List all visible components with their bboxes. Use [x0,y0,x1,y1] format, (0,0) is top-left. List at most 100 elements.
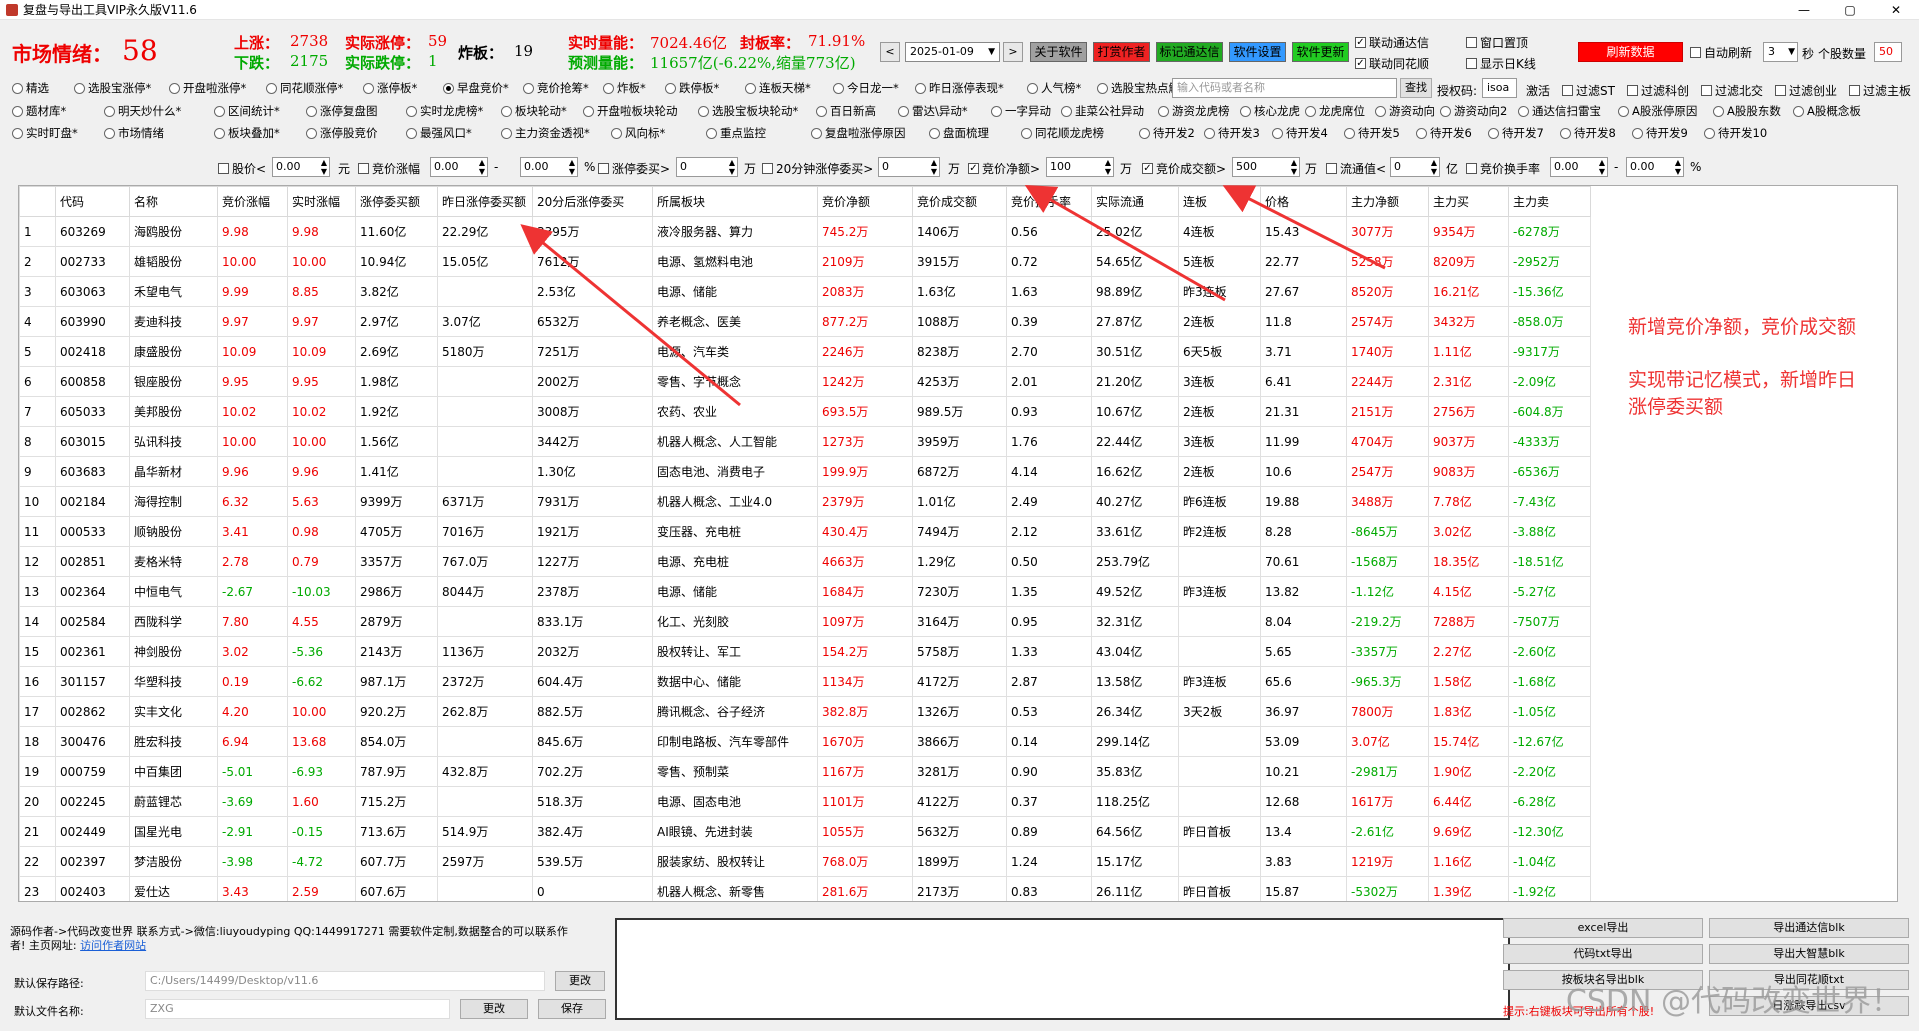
option-row3-7[interactable]: 重点监控 [706,125,811,141]
close-button[interactable]: ✕ [1873,0,1919,20]
option-row2-20[interactable]: A股概念板 [1793,103,1873,119]
column-header[interactable]: 名称 [129,186,218,217]
option-row2-14[interactable]: 龙虎席位 [1305,103,1375,119]
table-row[interactable]: 15 002361 神剑股份 3.02 -5.36 2143万 1136万 2032万 股权转让… [19,636,1591,667]
export-tdx-blk-button[interactable]: 导出通达信blk [1709,918,1909,938]
link-ths-checkbox[interactable]: ✓ 联动同花顺 [1355,55,1429,72]
option-row2-9[interactable]: 雷达\异动* [898,103,991,119]
option-row3-11[interactable]: 待开发2 [1139,125,1204,141]
auction-turnover-max[interactable]: 0.00 ▲ ▼ [1626,157,1684,177]
filter-checkbox-3[interactable]: 过滤创业 [1774,82,1837,99]
option-row1-0[interactable]: 精选 [12,80,74,96]
auction-net-input[interactable]: 100 ▲ ▼ [1046,157,1114,177]
refresh-interval-select[interactable]: 3 ▼ [1763,42,1798,62]
float-value-filter[interactable]: 流通值< [1326,160,1386,177]
option-row3-18[interactable]: 待开发9 [1632,125,1704,141]
export-dzh-blk-button[interactable]: 导出大智慧blk [1709,944,1909,964]
filter-checkbox-4[interactable]: 过滤主板 [1849,82,1911,99]
limit-order-filter[interactable]: 涨停委买> [598,160,670,177]
column-header[interactable]: 20分后涨停委买 [532,186,653,217]
change-path-button[interactable]: 更改 [555,971,605,991]
show-day-k-checkbox[interactable]: 显示日K线 [1466,55,1536,72]
option-row3-6[interactable]: 风向标* [611,125,706,141]
author-website-link[interactable]: 访问作者网站 [80,939,146,952]
table-row[interactable]: 13 002364 中恒电气 -2.67 -10.03 2986万 8044万 2378万 电源… [19,576,1591,607]
column-header[interactable]: 竞价换手率 [1006,186,1092,217]
log-output[interactable] [615,918,1510,1020]
limit20-filter[interactable]: 20分钟涨停委买> [762,160,873,177]
price-filter[interactable]: 股价< [218,160,266,177]
option-row1-8[interactable]: 跌停板* [665,80,745,96]
column-header[interactable]: 昨日涨停委买额 [437,186,533,217]
auction-net-filter[interactable]: ✓ 竞价净额> [968,160,1040,177]
option-row3-3[interactable]: 涨停股竞价 [306,125,406,141]
table-row[interactable]: 18 300476 胜宏科技 6.94 13.68 854.0万 845.6万 印制电路板、汽… [19,726,1591,757]
code-txt-export-button[interactable]: 代码txt导出 [1503,944,1703,964]
option-row3-15[interactable]: 待开发6 [1416,125,1488,141]
option-row3-13[interactable]: 待开发4 [1272,125,1344,141]
column-header[interactable]: 竞价成交额 [912,186,1007,217]
auction-turnover-filter[interactable]: 竞价换手率 [1466,160,1540,177]
column-header[interactable]: 主力买 [1428,186,1509,217]
option-row2-4[interactable]: 实时龙虎榜* [406,103,501,119]
option-row3-17[interactable]: 待开发8 [1560,125,1632,141]
table-row[interactable]: 9 603683 晶华新材 9.96 9.96 1.41亿 1.30亿 固态电池、消费电子 19… [19,456,1591,487]
table-row[interactable]: 20 002245 蔚蓝锂芯 -3.69 1.60 715.2万 518.3万 电源、固态电池… [19,786,1591,817]
save-button[interactable]: 保存 [538,999,606,1019]
auction-change-max[interactable]: 0.00 ▲ ▼ [520,157,578,177]
table-row[interactable]: 8 603015 弘讯科技 10.00 10.00 1.56亿 3442万 机器人概念、人工智… [19,426,1591,457]
option-row1-2[interactable]: 开盘啦涨停* [169,80,266,96]
column-header[interactable]: 代码 [55,186,130,217]
option-row2-19[interactable]: A股股东数 [1713,103,1793,119]
table-row[interactable]: 4 603990 麦迪科技 9.97 9.97 2.97亿 3.07亿 6532万 养老概念、医… [19,306,1591,337]
auction-change-filter[interactable]: 竞价涨幅 [358,160,420,177]
window-top-checkbox[interactable]: 窗口置顶 [1466,34,1528,51]
table-row[interactable]: 23 002403 爱仕达 3.43 2.59 607.6万 0 机器人概念、新零售 281.6… [19,876,1591,901]
option-row2-0[interactable]: 题材库* [12,103,104,119]
option-row1-7[interactable]: 炸板* [603,80,665,96]
column-header[interactable]: 主力净额 [1346,186,1429,217]
option-row3-9[interactable]: 盘面梳理 [929,125,1021,141]
option-row3-12[interactable]: 待开发3 [1204,125,1272,141]
activate-button[interactable]: 激活 [1526,82,1550,99]
column-header[interactable]: 实时涨幅 [287,186,356,217]
stock-count-input[interactable]: 50 [1874,42,1902,62]
option-row3-8[interactable]: 复盘啦涨停原因 [811,125,929,141]
column-header[interactable]: 所属板块 [652,186,818,217]
table-row[interactable]: 21 002449 国星光电 -2.91 -0.15 713.6万 514.9万 382.4万… [19,816,1591,847]
table-row[interactable]: 17 002862 实丰文化 4.20 10.00 920.2万 262.8万 882.5万腾… [19,696,1591,727]
option-row2-6[interactable]: 开盘啦板块轮动 [583,103,698,119]
link-tdx-checkbox[interactable]: ✓ 联动通达信 [1355,34,1429,51]
float-value-input[interactable]: 0 ▲ ▼ [1390,157,1440,177]
option-row2-18[interactable]: A股涨停原因 [1618,103,1713,119]
table-row[interactable]: 14 002584 西陇科学 7.80 4.55 2879万 833.1万 化工、光刻胶 109… [19,606,1591,637]
table-row[interactable]: 11 000533 顺钠股份 3.41 0.98 4705万 7016万 1921万 变压器、充… [19,516,1591,547]
column-header[interactable]: 竞价涨幅 [217,186,288,217]
update-button[interactable]: 软件更新 [1292,42,1349,62]
reward-button[interactable]: 打赏作者 [1093,42,1150,62]
refresh-data-button[interactable]: 刷新数据 [1578,42,1683,62]
option-row3-10[interactable]: 同花顺龙虎榜 [1021,125,1139,141]
excel-export-button[interactable]: excel导出 [1503,918,1703,938]
option-row2-13[interactable]: 核心龙虎 [1240,103,1305,119]
column-header[interactable]: 涨停委买额 [355,186,438,217]
limit20-input[interactable]: 0 ▲ ▼ [878,157,940,177]
table-row[interactable]: 1 603269 海鸥股份 9.98 9.98 11.60亿 22.29亿 3395万 液冷服务… [19,216,1591,247]
table-row[interactable]: 10 002184 海得控制 6.32 5.63 9399万 6371万 7931万 机器人概念… [19,486,1591,517]
table-row[interactable]: 2 002733 雄韬股份 10.00 10.00 10.94亿 15.05亿 7612万 电源… [19,246,1591,277]
table-row[interactable]: 6 600858 银座股份 9.95 9.95 1.98亿 2002万 零售、字节概念 1242… [19,366,1591,397]
column-header[interactable]: 连板 [1178,186,1261,217]
option-row1-9[interactable]: 连板天梯* [745,80,833,96]
option-row2-5[interactable]: 板块轮动* [501,103,583,119]
option-row2-12[interactable]: 游资龙虎榜 [1158,103,1240,119]
table-row[interactable]: 19 000759 中百集团 -5.01 -6.93 787.9万 432.8万 702.2万… [19,756,1591,787]
prev-date-button[interactable]: < [880,42,900,62]
change-file-button[interactable]: 更改 [460,999,528,1019]
save-path-input[interactable]: C:/Users/14499/Desktop/v11.6 [145,971,545,991]
option-row2-17[interactable]: 通达信扫雷宝 [1518,103,1618,119]
auction-deal-input[interactable]: 500 ▲ ▼ [1232,157,1300,177]
option-row2-11[interactable]: 韭菜公社异动 [1061,103,1158,119]
option-row3-19[interactable]: 待开发10 [1704,125,1776,141]
table-row[interactable]: 3 603063 禾望电气 9.99 8.85 3.82亿 2.53亿 电源、储能 2083万 1… [19,276,1591,307]
column-header[interactable]: 价格 [1260,186,1347,217]
